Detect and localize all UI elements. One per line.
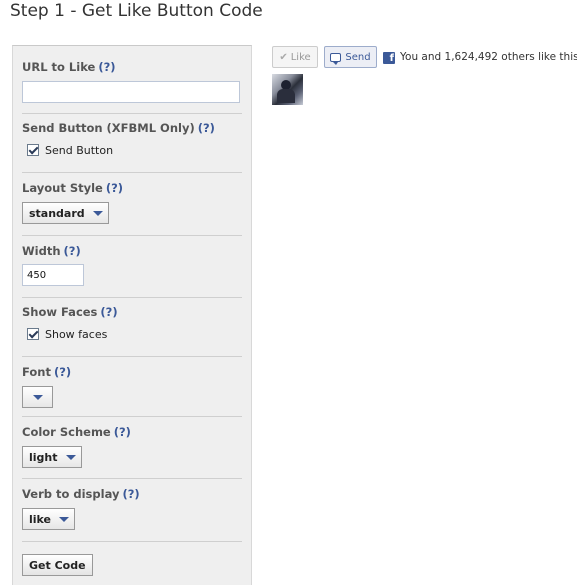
- chevron-down-icon: [59, 516, 70, 522]
- divider: [22, 356, 242, 357]
- divider: [22, 113, 242, 114]
- divider: [22, 416, 242, 417]
- verb-label: Verb to display (?): [22, 487, 140, 501]
- send-button-check-row[interactable]: Send Button: [27, 142, 242, 158]
- verb-value: like: [29, 512, 52, 526]
- font-field-group: Font (?): [22, 365, 242, 408]
- divider: [22, 235, 242, 236]
- checkmark-icon: ✔: [279, 51, 288, 63]
- like-button-config-panel: URL to Like (?) Send Button (XFBML Only)(…: [12, 45, 252, 585]
- font-label: Font (?): [22, 365, 72, 379]
- send-button-label: Send Button (XFBML Only) (?): [22, 121, 215, 135]
- width-field-group: Width (?): [22, 244, 242, 286]
- social-context-text: You and 1,624,492 others like this.: [400, 51, 577, 63]
- show-faces-check-row[interactable]: Show faces: [27, 326, 242, 342]
- chevron-down-icon: [32, 394, 43, 400]
- show-faces-label: Show Faces (?): [22, 305, 118, 319]
- page-title: Step 1 - Get Like Button Code: [10, 1, 263, 21]
- width-label: Width (?): [22, 244, 81, 258]
- width-help-link[interactable]: (?): [64, 244, 81, 258]
- url-input[interactable]: [22, 81, 240, 103]
- show-faces-checkbox[interactable]: [27, 328, 39, 340]
- facebook-logo-icon: f: [383, 52, 395, 64]
- show-faces-help-link[interactable]: (?): [100, 305, 117, 319]
- url-help-link[interactable]: (?): [98, 60, 115, 74]
- color-scheme-label: Color Scheme (?): [22, 425, 131, 439]
- color-scheme-select[interactable]: light: [22, 446, 82, 468]
- color-scheme-help-link[interactable]: (?): [114, 425, 131, 439]
- send-button[interactable]: Send: [324, 46, 377, 68]
- divider: [22, 297, 242, 298]
- send-button-checkbox[interactable]: [27, 144, 39, 156]
- divider: [22, 478, 242, 479]
- send-button-label: Send: [345, 51, 371, 63]
- chevron-down-icon: [65, 454, 76, 460]
- verb-select[interactable]: like: [22, 508, 76, 530]
- send-button-field-group: Send Button (XFBML Only) (?) Send Button: [22, 121, 242, 158]
- speech-bubble-icon: [330, 52, 342, 65]
- layout-style-help-link[interactable]: (?): [106, 181, 123, 195]
- verb-help-link[interactable]: (?): [122, 487, 139, 501]
- chevron-down-icon: [92, 210, 103, 216]
- color-scheme-field-group: Color Scheme (?) light: [22, 425, 242, 468]
- font-help-link[interactable]: (?): [54, 365, 71, 379]
- show-faces-checkbox-label[interactable]: Show faces: [45, 328, 107, 341]
- layout-style-value: standard: [29, 206, 85, 220]
- font-select[interactable]: [22, 386, 53, 408]
- get-code-button[interactable]: Get Code: [22, 554, 93, 576]
- layout-style-label: Layout Style (?): [22, 181, 124, 195]
- send-button-help-link[interactable]: (?): [198, 121, 215, 135]
- color-scheme-value: light: [29, 450, 58, 464]
- send-button-checkbox-label[interactable]: Send Button: [45, 144, 113, 157]
- divider: [22, 541, 242, 542]
- friend-avatar[interactable]: [272, 74, 303, 105]
- show-faces-field-group: Show Faces (?) Show faces: [22, 305, 242, 342]
- layout-style-select[interactable]: standard: [22, 202, 109, 224]
- layout-style-field-group: Layout Style (?) standard: [22, 181, 242, 224]
- divider: [22, 172, 242, 173]
- like-button[interactable]: ✔ Like: [272, 46, 318, 68]
- width-input[interactable]: [22, 264, 84, 286]
- url-field-group: URL to Like (?): [22, 60, 242, 103]
- like-button-label: Like: [290, 51, 311, 63]
- url-label: URL to Like (?): [22, 60, 116, 74]
- verb-field-group: Verb to display (?) like: [22, 487, 242, 530]
